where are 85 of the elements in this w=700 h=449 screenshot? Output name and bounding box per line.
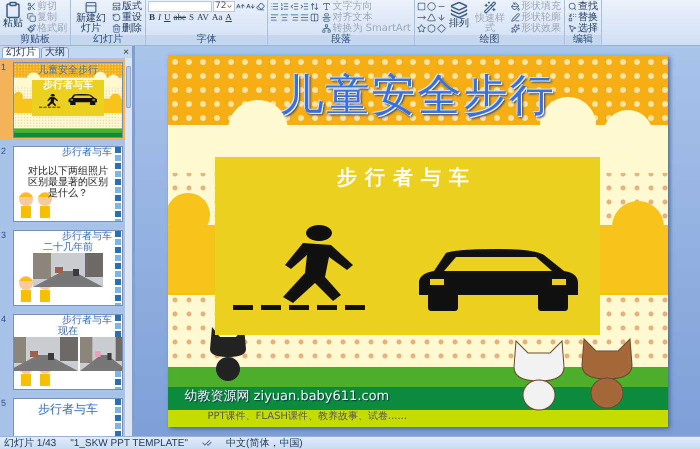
ribbon-large-button[interactable]: 新建幻灯片 xyxy=(73,1,109,34)
layout-icon[interactable] xyxy=(112,2,121,11)
format-button[interactable]: Aa xyxy=(210,12,224,23)
indent-icon[interactable] xyxy=(300,2,310,11)
font-name-field[interactable] xyxy=(148,1,212,12)
cat-drawing xyxy=(208,327,248,382)
ribbon-large-button[interactable]: 排列 xyxy=(448,1,470,34)
format-button[interactable]: AV xyxy=(196,12,210,23)
ribbon-button[interactable]: 查找 xyxy=(566,1,599,12)
slide-counter: 幻灯片 1/43 xyxy=(4,438,56,448)
justify-icon[interactable] xyxy=(300,13,310,22)
numbered-list-icon[interactable] xyxy=(280,2,290,11)
reset-icon[interactable] xyxy=(112,13,121,22)
slide-title: 儿童安全步行 xyxy=(38,65,98,76)
ribbon-large-button[interactable]: 粘贴 xyxy=(2,1,24,34)
slide-title: 儿童安全步行 xyxy=(280,69,556,123)
slide-number: 5 xyxy=(1,398,8,410)
ribbon-button[interactable]: 删除 xyxy=(111,23,143,34)
format-button[interactable]: U xyxy=(163,12,172,23)
slide-title: 现在 xyxy=(58,326,78,337)
hexagon-icon[interactable] xyxy=(426,24,436,33)
format-button[interactable]: B xyxy=(148,12,156,23)
align-left-icon[interactable] xyxy=(270,13,280,22)
font-grow-icon[interactable] xyxy=(236,2,246,11)
slide-thumbnail[interactable]: 步行者与车 xyxy=(13,398,123,436)
website-text: 幼教资源网 ziyuan.baby611.com xyxy=(184,389,390,404)
replace-icon[interactable] xyxy=(568,13,577,22)
group-label: 字体 xyxy=(146,35,268,45)
sign-title: 步行者与车 xyxy=(43,80,93,91)
scrollbar-thumb[interactable] xyxy=(126,66,131,108)
tagline-text: PPT课件、FLASH课件、教养故事、试卷...... xyxy=(208,411,408,423)
format-button[interactable]: abe xyxy=(172,12,188,23)
slide-thumbnail-row[interactable]: 1 儿童安全步行 步行者与车 xyxy=(0,60,125,140)
clear-format-icon[interactable] xyxy=(256,2,266,11)
star-icon[interactable] xyxy=(416,24,426,33)
format-button[interactable]: S xyxy=(188,12,196,23)
font-size-field[interactable]: 72 xyxy=(213,1,236,12)
ribbon-button[interactable]: 版式 xyxy=(111,1,143,12)
group-label: 幻灯片 xyxy=(71,35,145,45)
slide-text: 对比以下两组照片区别最显著的区别是什么？ xyxy=(28,166,108,199)
slide-thumbnail-row[interactable]: 5 步行者与车 xyxy=(0,396,125,436)
oval-icon[interactable] xyxy=(426,2,436,11)
bullet-list-icon[interactable] xyxy=(270,2,280,11)
group-label: 剪贴板 xyxy=(0,35,70,45)
spellcheck-icon[interactable] xyxy=(202,438,212,448)
triangle-icon[interactable] xyxy=(426,13,436,22)
dropdown-caret-icon[interactable] xyxy=(226,3,234,10)
slide-number: 3 xyxy=(1,230,8,242)
slide-title: 二十几年前 xyxy=(43,242,93,253)
theme-name: "1_SKW PPT TEMPLATE" xyxy=(70,438,188,448)
slide-number: 4 xyxy=(1,314,8,326)
car-icon xyxy=(68,94,98,106)
close-button[interactable]: × xyxy=(120,47,132,58)
layers-icon[interactable] xyxy=(450,1,468,19)
align-center-icon[interactable] xyxy=(280,13,290,22)
arrow-icon[interactable] xyxy=(416,13,426,22)
group-label: 绘图 xyxy=(414,35,564,45)
ribbon-button[interactable]: 替换 xyxy=(566,12,599,23)
diamond-icon[interactable] xyxy=(436,24,446,33)
slide-number: 1 xyxy=(1,62,8,74)
outdent-icon[interactable] xyxy=(290,2,300,11)
group-label: 段落 xyxy=(268,35,414,45)
scrollbar[interactable] xyxy=(125,58,132,436)
delete-icon[interactable] xyxy=(112,24,121,33)
font-shrink-icon[interactable] xyxy=(246,2,256,11)
group-label: 编辑 xyxy=(564,35,601,45)
columns-icon[interactable] xyxy=(310,13,320,22)
clipboard-icon[interactable] xyxy=(4,1,22,19)
ribbon-button[interactable]: 重设 xyxy=(111,12,143,23)
format-button[interactable]: I xyxy=(157,12,162,23)
sign-title: 步行者与车 xyxy=(337,165,477,189)
rectangle-icon[interactable] xyxy=(416,2,426,11)
slide-number: 2 xyxy=(1,146,8,158)
search-icon[interactable] xyxy=(568,2,577,11)
panel-tab[interactable]: 大纲 xyxy=(41,47,69,58)
pedestrian-icon xyxy=(38,94,62,108)
down-arrow-icon[interactable] xyxy=(436,13,446,22)
pointer-icon[interactable] xyxy=(568,24,577,33)
format-button[interactable]: A xyxy=(224,12,233,23)
language-text: 中文(简体，中国) xyxy=(226,438,303,448)
align-right-icon[interactable] xyxy=(290,13,300,22)
slide-title: 步行者与车 xyxy=(38,402,98,416)
panel-tab[interactable]: 幻灯片 xyxy=(2,47,40,58)
ribbon-button[interactable]: 选择 xyxy=(566,23,599,34)
line-spacing-icon[interactable] xyxy=(310,2,320,11)
